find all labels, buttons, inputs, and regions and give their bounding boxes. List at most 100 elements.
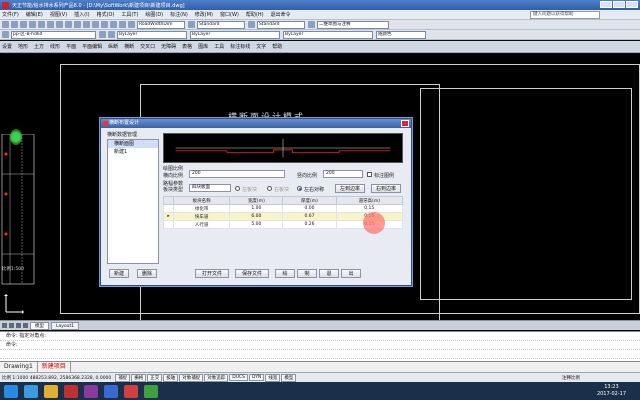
layer-manager-icon[interactable] <box>2 31 9 38</box>
cad-menu-cross-section[interactable]: 横断 <box>124 43 134 50</box>
annotation-scale[interactable]: 注释比例 <box>562 375 580 381</box>
copy-icon[interactable] <box>56 21 63 28</box>
linetype-select[interactable]: ByLayer <box>190 30 280 39</box>
model-toggle[interactable]: 模型 <box>281 373 297 382</box>
snap-toggle[interactable]: 捕捉 <box>115 373 131 382</box>
text-style-select[interactable]: RoadWidthDim <box>137 20 185 29</box>
list-item[interactable]: 新建1 <box>108 148 158 156</box>
left-edge-button[interactable]: 左到边率 <box>335 184 365 193</box>
command-line[interactable]: 命令: 指定对角点: 命令: <box>0 331 640 361</box>
menu-insert[interactable]: 插入(I) <box>74 11 89 18</box>
file-tab-project[interactable]: 新建项目 <box>38 362 71 372</box>
tab-nav-next-icon[interactable] <box>16 323 21 328</box>
right-edge-button[interactable]: 右到边率 <box>371 184 401 193</box>
left-block-radio[interactable] <box>235 186 240 191</box>
menu-draw[interactable]: 绘图(D) <box>145 11 163 18</box>
draw-button[interactable]: 绘 <box>275 269 295 278</box>
grid-toggle[interactable]: 栅格 <box>131 373 147 382</box>
ducs-toggle[interactable]: DUCS <box>229 374 249 381</box>
cad-menu-intersection[interactable]: 交叉口 <box>140 43 155 50</box>
cad-menu-earthwork[interactable]: 土方 <box>34 43 44 50</box>
row-depth[interactable]: 0.67 <box>282 212 337 221</box>
menu-tools[interactable]: 工具(T) <box>121 11 138 18</box>
v-ratio-input[interactable]: 200 <box>323 170 363 178</box>
exit-button[interactable]: 出 <box>341 269 361 278</box>
row-width[interactable]: 1.00 <box>229 204 284 213</box>
redo-icon[interactable] <box>83 21 90 28</box>
right-block-radio[interactable] <box>267 186 272 191</box>
table-style-select[interactable]: Standard <box>257 20 305 29</box>
undo-icon[interactable] <box>74 21 81 28</box>
tab-model[interactable]: 模型 <box>30 321 49 330</box>
app-icon-4[interactable] <box>84 384 98 398</box>
close-button[interactable] <box>626 1 638 8</box>
cut-icon[interactable] <box>47 21 54 28</box>
menu-window[interactable]: 窗口(W) <box>220 11 239 18</box>
delete-button[interactable]: 删除 <box>137 269 157 278</box>
explorer-icon[interactable] <box>44 384 58 398</box>
open-icon[interactable] <box>11 21 18 28</box>
symmetric-radio[interactable] <box>297 186 302 191</box>
workspace-icon[interactable] <box>308 21 315 28</box>
make-button[interactable]: 制 <box>297 269 317 278</box>
cad-menu-plan-edit[interactable]: 平面编辑 <box>82 43 102 50</box>
block-type-select[interactable]: 四块板面 <box>189 184 231 192</box>
lineweight-select[interactable]: ByLayer <box>283 30 373 39</box>
menu-edit[interactable]: 编辑(E) <box>26 11 43 18</box>
osnap-toggle[interactable]: 对象捕捉 <box>179 373 204 382</box>
cad-app-icon[interactable] <box>124 384 138 398</box>
menu-view[interactable]: 视图(V) <box>50 11 67 18</box>
list-header[interactable]: 横断面图 <box>108 140 158 148</box>
cad-menu-tools[interactable]: 工具 <box>214 43 224 50</box>
tab-nav-last-icon[interactable] <box>23 323 28 328</box>
color-select[interactable]: ByLayer <box>117 30 187 39</box>
menu-exit-command[interactable]: 退出命令 <box>271 11 291 18</box>
plot-style-select[interactable]: 随颜色 <box>376 30 426 39</box>
file-tab-drawing[interactable]: Drawing1 <box>0 362 38 372</box>
new-button[interactable]: 新建 <box>109 269 129 278</box>
cad-menu-text[interactable]: 文字 <box>256 43 266 50</box>
help-search-input[interactable]: 键入问题以获得帮助 <box>530 11 600 19</box>
tab-nav-first-icon[interactable] <box>2 323 7 328</box>
ie-icon[interactable] <box>24 384 38 398</box>
app-icon-7[interactable] <box>144 384 158 398</box>
cad-menu-plan[interactable]: 平面 <box>66 43 76 50</box>
dim-style-icon[interactable] <box>188 21 195 28</box>
design-center-icon[interactable] <box>119 21 126 28</box>
command-input[interactable] <box>0 350 640 359</box>
dialog-close-button[interactable] <box>401 120 409 127</box>
menu-file[interactable]: 文件(F) <box>2 11 19 18</box>
row-name[interactable]: 快车道 <box>172 212 231 221</box>
media-icon[interactable] <box>64 384 78 398</box>
cad-menu-profile[interactable]: 纵断 <box>108 43 118 50</box>
pan-icon[interactable] <box>92 21 99 28</box>
cad-menu-settings[interactable]: 设置 <box>2 43 12 50</box>
paste-icon[interactable] <box>65 21 72 28</box>
cad-menu-help[interactable]: 帮助 <box>272 43 282 50</box>
print-icon[interactable] <box>29 21 36 28</box>
lineweight-toggle[interactable]: 线宽 <box>265 373 281 382</box>
h-ratio-input[interactable]: 200 <box>189 170 285 178</box>
dyn-toggle[interactable]: DYN <box>249 374 265 381</box>
tab-layout1[interactable]: Layout1 <box>51 321 80 330</box>
section-list[interactable]: 横断面图 新建1 <box>107 139 159 264</box>
preview-icon[interactable] <box>38 21 45 28</box>
row-width[interactable]: 6.00 <box>229 212 284 221</box>
dim-style-select[interactable]: Standard <box>197 20 245 29</box>
workspace-select[interactable]: 二维草图与注释 <box>317 20 389 29</box>
tab-nav-prev-icon[interactable] <box>9 323 14 328</box>
cad-menu-library[interactable]: 图库 <box>198 43 208 50</box>
maximize-button[interactable] <box>613 1 625 8</box>
zoom-icon[interactable] <box>101 21 108 28</box>
menu-dimension[interactable]: 标注(N) <box>170 11 188 18</box>
start-icon[interactable] <box>4 384 18 398</box>
row-depth[interactable]: 0.00 <box>282 204 337 213</box>
polar-toggle[interactable]: 极轴 <box>163 373 179 382</box>
save-file-button[interactable]: 保存文件 <box>235 269 269 278</box>
menu-modify[interactable]: 修改(M) <box>195 11 213 18</box>
row-depth[interactable]: 0.26 <box>282 220 337 229</box>
table-style-icon[interactable] <box>248 21 255 28</box>
open-file-button[interactable]: 打开文件 <box>195 269 229 278</box>
taskbar-clock[interactable]: 13:23 2017-02-17 <box>597 384 626 398</box>
save-icon[interactable] <box>20 21 27 28</box>
